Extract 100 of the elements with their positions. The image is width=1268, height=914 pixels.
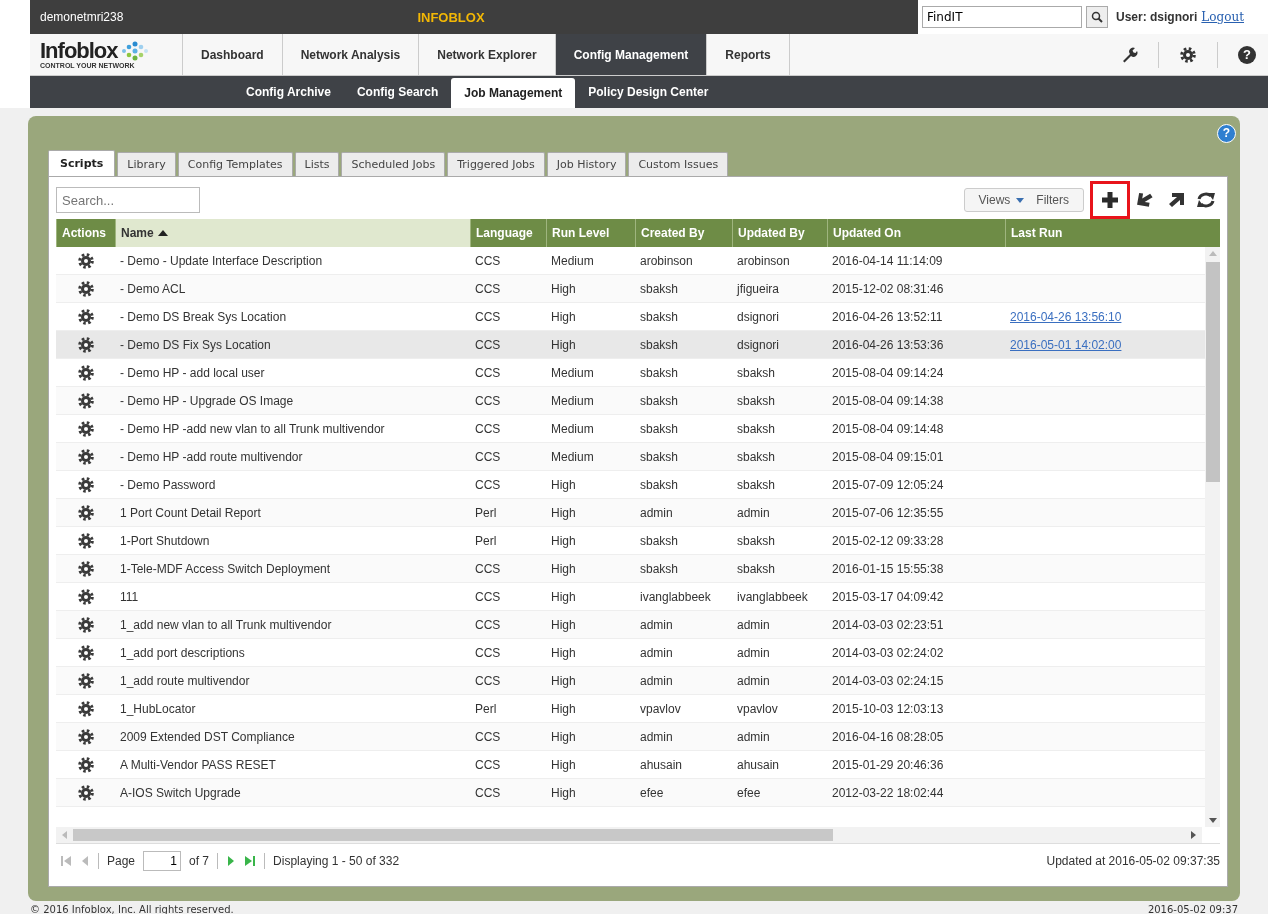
settings-icon[interactable] [76, 643, 95, 662]
settings-icon[interactable] [76, 363, 95, 382]
settings-icon[interactable] [76, 251, 95, 270]
settings-icon[interactable] [76, 615, 95, 634]
table-cell: High [551, 729, 576, 744]
nav-tab[interactable]: Config Management [554, 34, 707, 75]
table-cell: sbaksh [737, 449, 776, 464]
search-button[interactable] [1086, 6, 1108, 28]
tab[interactable]: Config Templates [177, 152, 293, 176]
last-page-icon[interactable] [244, 855, 257, 867]
tab[interactable]: Job History [546, 152, 627, 176]
tab[interactable]: Scripts [48, 150, 116, 176]
settings-icon[interactable] [76, 559, 95, 578]
last-run-link[interactable]: 2016-05-01 14:02:00 [1010, 337, 1122, 352]
table-cell: admin [640, 645, 673, 660]
table-row[interactable]: A-IOS Switch Upgrade CCS High efee efee 2012-03-22 18:02:44 [56, 779, 1205, 807]
settings-icon[interactable] [76, 783, 95, 802]
table-row[interactable]: - Demo HP -add route multivendor CCS Medium sbaksh sbaksh 2015-08-04 09:15:01 [56, 443, 1205, 471]
add-button[interactable] [1090, 181, 1130, 219]
table-cell: A Multi-Vendor PASS RESET [120, 757, 276, 772]
settings-icon[interactable] [76, 587, 95, 606]
table-cell: 2015-01-29 20:46:36 [832, 757, 944, 772]
settings-icon[interactable] [76, 447, 95, 466]
settings-icon[interactable] [76, 671, 95, 690]
table-cell: 2014-03-03 02:23:51 [832, 617, 944, 632]
settings-icon[interactable] [76, 531, 95, 550]
table-cell: 2016-04-14 11:14:09 [832, 253, 943, 268]
table-row[interactable]: - Demo ACL CCS High sbaksh jfigueira 2015-12-02 08:31:46 [56, 275, 1205, 303]
updated-label: Updated at 2016-05-02 09:37:35 [1046, 854, 1220, 868]
table-row[interactable]: 1-Tele-MDF Access Switch Deployment CCS High sbaksh sbaksh 2016-01-15 15:55:38 [56, 555, 1205, 583]
table-cell: admin [640, 505, 673, 520]
vertical-scrollbar[interactable] [1205, 247, 1220, 827]
scroll-right-icon[interactable] [1191, 831, 1196, 839]
nav-tab[interactable]: Network Explorer [418, 34, 555, 75]
subnav-tab[interactable]: Job Management [451, 78, 576, 108]
settings-icon[interactable] [76, 755, 95, 774]
settings-icon[interactable] [1179, 45, 1197, 64]
tab[interactable]: Scheduled Jobs [341, 152, 446, 176]
filters-button[interactable]: Filters [1032, 193, 1073, 207]
table-cell: - Demo DS Fix Sys Location [120, 337, 271, 352]
settings-icon[interactable] [76, 279, 95, 298]
caret-icon [1016, 197, 1025, 203]
table-cell: - Demo Password [120, 477, 216, 492]
horizontal-scrollbar[interactable] [56, 827, 1202, 843]
search-field[interactable]: FindIT [922, 6, 1082, 28]
table-cell: sbaksh [640, 365, 679, 380]
table-cell: admin [737, 729, 770, 744]
table-cell: arobinson [640, 253, 693, 268]
table-row[interactable]: 2009 Extended DST Compliance CCS High admin admin 2016-04-16 08:28:05 [56, 723, 1205, 751]
column-header[interactable]: Name [115, 219, 470, 247]
subnav-tab[interactable]: Config Archive [233, 78, 344, 106]
table-cell: sbaksh [737, 533, 776, 548]
subnav-tab[interactable]: Config Search [343, 78, 452, 106]
plus-icon [1101, 191, 1119, 209]
sort-icon [157, 230, 168, 236]
table-cell: admin [737, 673, 770, 688]
settings-icon[interactable] [76, 335, 95, 354]
table-cell: efee [640, 785, 664, 800]
help-icon[interactable]: ? [1238, 45, 1256, 64]
table-cell: 2015-07-06 12:35:55 [832, 505, 944, 520]
tab[interactable]: Lists [294, 152, 340, 176]
settings-icon[interactable] [76, 503, 95, 522]
table-row[interactable]: - Demo HP - Upgrade OS Image CCS Medium sbaksh sbaksh 2015-08-04 09:14:38 [56, 387, 1205, 415]
table-cell: sbaksh [640, 561, 679, 576]
settings-icon[interactable] [76, 419, 95, 438]
table-cell: High [551, 309, 576, 324]
table-row[interactable]: - Demo DS Fix Sys Location CCS High sbaksh dsignori 2016-04-26 13:53:36 2016-05-01 14:02:00 [56, 331, 1205, 359]
table-row[interactable]: 1_add new vlan to all Trunk multivendor CCS High admin admin 2014-03-03 02:23:51 [56, 611, 1205, 639]
scroll-down-icon[interactable] [1208, 818, 1217, 823]
nav-tab[interactable]: Dashboard [182, 34, 282, 75]
table-cell: sbaksh [640, 477, 679, 492]
table-cell: High [551, 589, 576, 604]
table-cell: 1-Port Shutdown [120, 533, 210, 548]
table-cell: arobinson [737, 253, 790, 268]
settings-icon[interactable] [76, 727, 95, 746]
last-run-link[interactable]: 2016-04-26 13:56:10 [1010, 309, 1122, 324]
settings-icon[interactable] [76, 699, 95, 718]
tab[interactable]: Custom Issues [628, 152, 729, 176]
help-icon[interactable]: ? [1217, 123, 1236, 143]
table-row[interactable]: 1_add route multivendor CCS High admin admin 2014-03-03 02:24:15 [56, 667, 1205, 695]
table-row[interactable]: 1 Port Count Detail Report Perl High admin admin 2015-07-06 12:35:55 [56, 499, 1205, 527]
logout-link[interactable]: Logout [1201, 10, 1244, 24]
page-label: Page [107, 854, 136, 868]
table-cell: admin [640, 673, 673, 688]
nav-tab[interactable]: Network Analysis [281, 34, 419, 75]
settings-icon[interactable] [76, 475, 95, 494]
search-field[interactable]: Search... [56, 187, 200, 213]
table-cell: - Demo HP - Upgrade OS Image [120, 393, 294, 408]
views-menu[interactable]: Views [974, 193, 1029, 207]
settings-icon[interactable] [76, 307, 95, 326]
refresh-icon [1196, 191, 1216, 209]
table-cell: sbaksh [737, 393, 776, 408]
table-cell: - Demo HP - add local user [120, 365, 265, 380]
settings-icon[interactable] [76, 391, 95, 410]
page-field[interactable]: 1 [143, 851, 182, 871]
tab[interactable]: Library [117, 152, 176, 176]
tab[interactable]: Triggered Jobs [447, 152, 545, 176]
nav-tab[interactable]: Reports [706, 34, 790, 75]
table-cell: 1_add port descriptions [120, 645, 245, 660]
subnav-tab[interactable]: Policy Design Center [575, 78, 722, 106]
